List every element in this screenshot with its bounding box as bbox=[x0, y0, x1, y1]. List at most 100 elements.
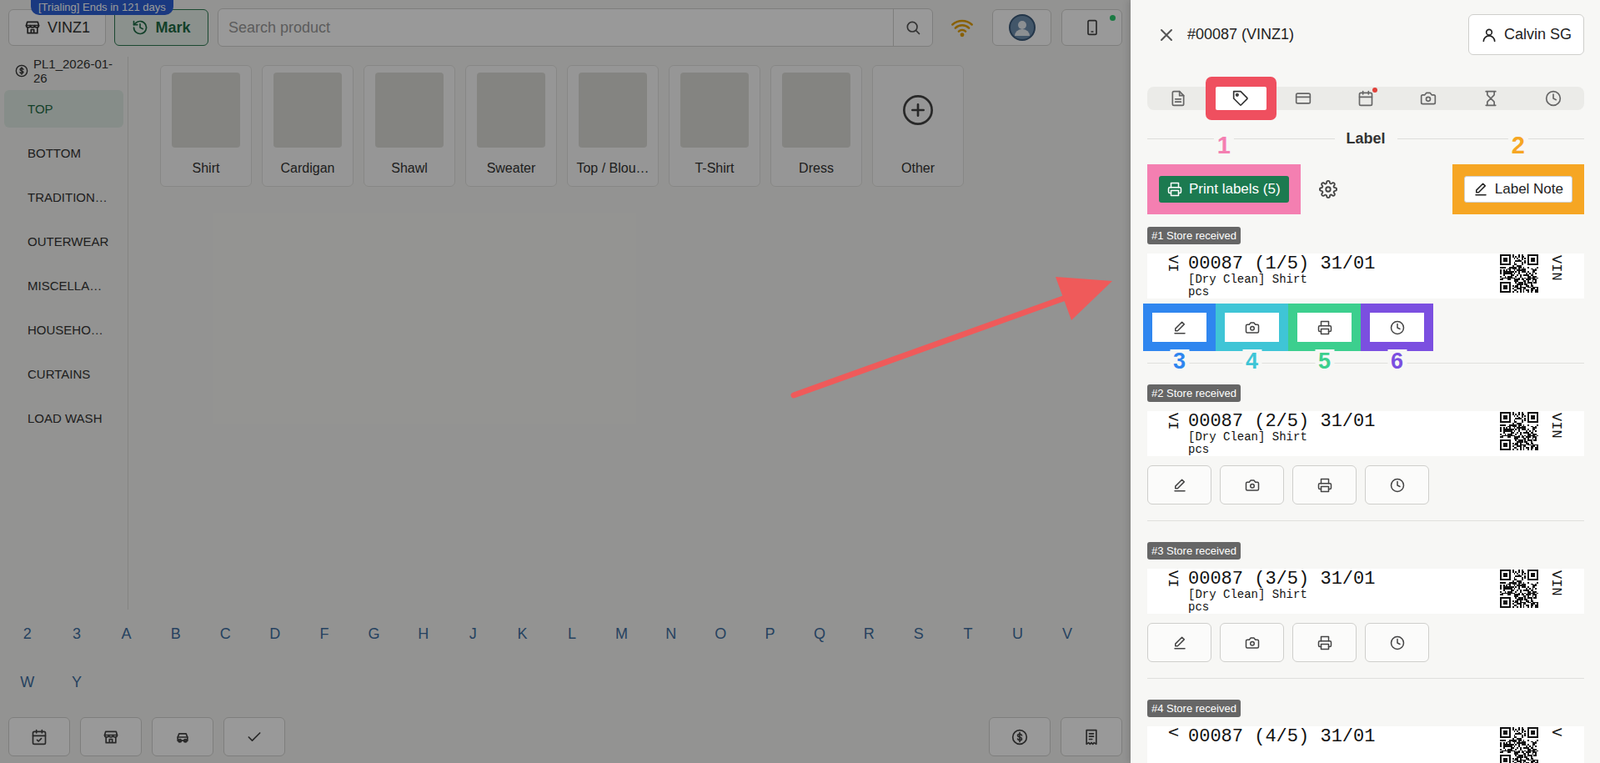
details-tab[interactable] bbox=[1147, 86, 1210, 111]
label-code: 00087 (1/5) 31/01 bbox=[1188, 255, 1500, 274]
label-edge-text: VI bbox=[1165, 253, 1180, 272]
printer-icon bbox=[1167, 181, 1183, 197]
label-preview: VI 00087 (2/5) 31/01[Dry Clean] Shirtpcs V… bbox=[1147, 411, 1585, 457]
label-history-button[interactable] bbox=[1364, 465, 1430, 505]
pencil-icon bbox=[1473, 181, 1489, 197]
camera-icon bbox=[1244, 635, 1260, 651]
label-service: [Dry Clean] Shirt bbox=[1188, 588, 1500, 602]
camera-icon bbox=[1244, 320, 1260, 336]
pencil-icon bbox=[1172, 477, 1188, 493]
label-entry-actions: 3456 bbox=[1147, 307, 1585, 347]
pencil-icon bbox=[1172, 320, 1188, 336]
timeline-tab[interactable] bbox=[1459, 86, 1522, 111]
order-drawer: #00087 (VINZ1)Calvin SGLabel1Print label… bbox=[1130, 0, 1600, 763]
label-actions: 1Print labels (5) 2Label Note bbox=[1147, 164, 1585, 215]
drawer-tabs bbox=[1147, 86, 1585, 111]
annotation-box: 1Print labels (5) bbox=[1147, 164, 1301, 215]
status-badge: #2 Store received bbox=[1147, 384, 1241, 402]
annotation-number: 2 bbox=[1508, 132, 1529, 158]
history-tab[interactable] bbox=[1521, 86, 1585, 111]
edit-label-button[interactable] bbox=[1147, 622, 1212, 663]
notification-dot bbox=[1372, 87, 1378, 93]
edit-label-button[interactable]: 3 bbox=[1147, 307, 1212, 347]
clock-icon bbox=[1544, 90, 1562, 107]
user-icon bbox=[1480, 26, 1498, 44]
printer-icon bbox=[1317, 477, 1333, 493]
qr-code-icon bbox=[1499, 411, 1539, 451]
label-preview: V 00087 (4/5) 31/01 V bbox=[1147, 726, 1585, 763]
label-preview: VI 00087 (1/5) 31/01[Dry Clean] Shirtpcs V… bbox=[1147, 253, 1585, 299]
label-photo-button[interactable] bbox=[1219, 622, 1285, 663]
label-unit: pcs bbox=[1188, 443, 1500, 457]
print-label-button[interactable] bbox=[1292, 622, 1357, 663]
photos-tab[interactable] bbox=[1396, 86, 1460, 111]
label-photo-button[interactable]: 4 bbox=[1219, 307, 1285, 347]
drawer-header: #00087 (VINZ1) Calvin SG bbox=[1147, 14, 1585, 56]
label-history-button[interactable]: 6 bbox=[1364, 307, 1430, 347]
pencil-icon bbox=[1172, 635, 1188, 651]
label-list: #1 Store receivedVI00087 (1/5) 31/01[Dry… bbox=[1147, 226, 1585, 763]
status-badge: #4 Store received bbox=[1147, 699, 1241, 718]
label-code: 00087 (2/5) 31/01 bbox=[1188, 412, 1500, 432]
annotation-number: 6 bbox=[1387, 349, 1407, 373]
label-unit: pcs bbox=[1188, 601, 1500, 614]
label-edge-text: VIN bbox=[1549, 411, 1564, 439]
clock-icon bbox=[1389, 477, 1405, 493]
print-labels-button[interactable]: Print labels (5) bbox=[1158, 175, 1290, 203]
pos-screen: [Trialing] Ends in 121 daysVINZ1MarkPL1_… bbox=[0, 0, 1600, 763]
printer-icon bbox=[1317, 320, 1333, 336]
label-edge-text: VIN bbox=[1549, 253, 1564, 281]
printer-icon bbox=[1317, 635, 1333, 651]
user-button[interactable]: Calvin SG bbox=[1468, 14, 1585, 56]
label-entry-actions bbox=[1147, 622, 1585, 663]
annotation-number: 1 bbox=[1213, 132, 1234, 158]
qr-code-icon bbox=[1499, 569, 1539, 608]
label-edge-text: VI bbox=[1165, 568, 1180, 587]
schedule-tab[interactable] bbox=[1334, 86, 1398, 111]
print-label-button[interactable] bbox=[1292, 465, 1357, 505]
annotation-number: 4 bbox=[1242, 349, 1262, 373]
annotation-number: 5 bbox=[1314, 349, 1335, 373]
label-entry: #1 Store received VI 00087 (1/5) 31/01[Dry… bbox=[1147, 226, 1585, 364]
gear-icon[interactable] bbox=[1319, 180, 1338, 199]
print-label-button[interactable]: 5 bbox=[1292, 307, 1357, 347]
close-icon[interactable] bbox=[1156, 25, 1177, 46]
hourglass-icon bbox=[1482, 90, 1500, 107]
label-history-button[interactable] bbox=[1364, 622, 1430, 663]
label-tab[interactable] bbox=[1209, 86, 1273, 111]
annotation-number: 3 bbox=[1169, 349, 1189, 373]
payment-tab[interactable] bbox=[1272, 86, 1335, 111]
qr-code-icon bbox=[1499, 254, 1539, 293]
edit-label-button[interactable] bbox=[1147, 465, 1212, 505]
order-title: #00087 (VINZ1) bbox=[1187, 25, 1295, 44]
backdrop[interactable] bbox=[0, 0, 1131, 763]
label-entry: #2 Store received VI 00087 (2/5) 31/01[Dry… bbox=[1147, 363, 1585, 522]
label-entry-actions bbox=[1147, 465, 1585, 505]
pos-app: [Trialing] Ends in 121 daysVINZ1MarkPL1_… bbox=[0, 0, 1131, 763]
label-entry: #4 Store received V 00087 (4/5) 31/01 V bbox=[1147, 678, 1585, 763]
camera-icon bbox=[1419, 90, 1437, 107]
label-edge-text: V bbox=[1165, 726, 1180, 737]
status-badge: #1 Store received bbox=[1147, 226, 1241, 245]
label-edge-text: VIN bbox=[1549, 568, 1564, 597]
clock-icon bbox=[1389, 320, 1405, 336]
label-unit: pcs bbox=[1188, 285, 1500, 299]
annotation-box: 2Label Note bbox=[1452, 164, 1585, 215]
label-service: [Dry Clean] Shirt bbox=[1188, 273, 1500, 286]
calendar-icon bbox=[1357, 90, 1375, 107]
camera-icon bbox=[1244, 477, 1260, 493]
card-icon bbox=[1294, 90, 1312, 107]
label-code: 00087 (3/5) 31/01 bbox=[1188, 570, 1500, 589]
label-preview: VI 00087 (3/5) 31/01[Dry Clean] Shirtpcs V… bbox=[1147, 568, 1585, 614]
file-icon bbox=[1169, 90, 1187, 107]
status-badge: #3 Store received bbox=[1147, 541, 1241, 560]
label-service: [Dry Clean] Shirt bbox=[1188, 431, 1500, 444]
label-code: 00087 (4/5) 31/01 bbox=[1188, 727, 1500, 747]
tag-icon bbox=[1232, 90, 1249, 107]
clock-icon bbox=[1389, 635, 1405, 651]
label-note-button[interactable]: Label Note bbox=[1464, 175, 1573, 203]
label-photo-button[interactable] bbox=[1219, 465, 1285, 505]
label-edge-text: V bbox=[1549, 726, 1564, 737]
label-entry: #3 Store received VI 00087 (3/5) 31/01[Dry… bbox=[1147, 521, 1585, 679]
label-edge-text: VI bbox=[1165, 411, 1180, 430]
